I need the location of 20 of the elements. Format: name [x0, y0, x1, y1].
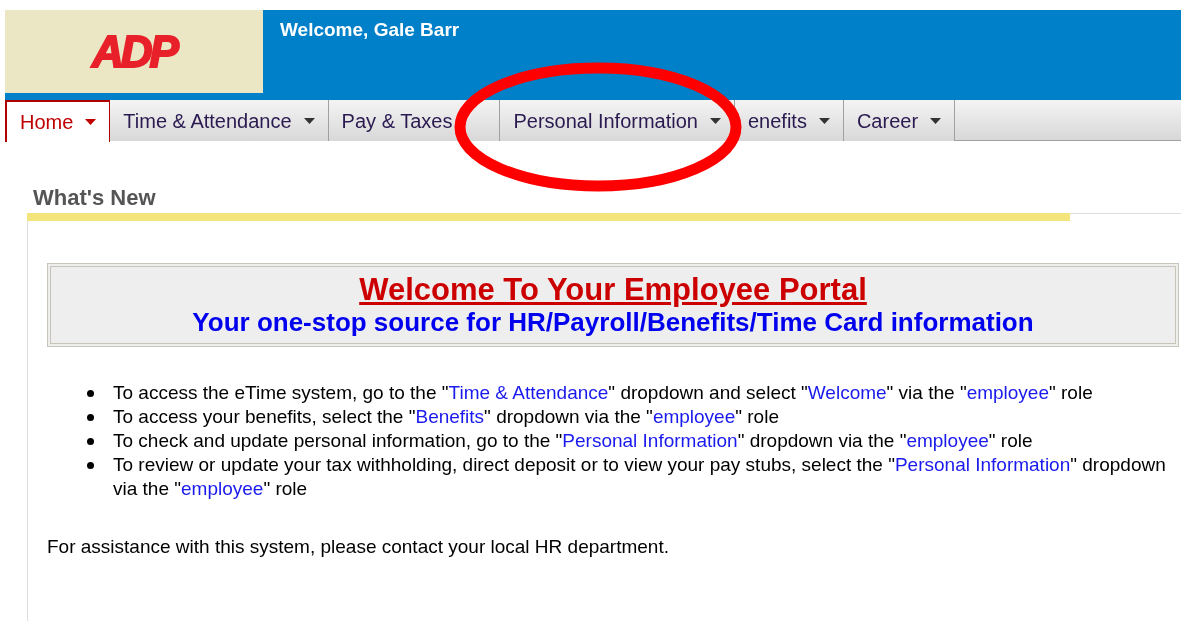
caret-icon	[930, 117, 942, 124]
banner-title: Welcome To Your Employee Portal	[359, 273, 867, 307]
instruction-text: To review or update your tax withholding, direct deposit or to view your pay stubs, select the "Personal Information" dropdown via the "employee" role	[113, 453, 1167, 501]
instruction-text: To access the eTime system, go to the "Time & Attendance" dropdown and select "Welcome" via the "employee" role	[113, 381, 1093, 405]
caret-icon	[85, 119, 97, 125]
instruction-text: To access your benefits, select the "Benefits" dropdown via the "employee" role	[113, 405, 779, 429]
logo: ADP	[92, 25, 176, 78]
caret-icon	[303, 117, 315, 124]
caret-icon	[818, 117, 830, 124]
banner-subtitle: Your one-stop source for HR/Payroll/Benefits/Time Card information	[192, 307, 1034, 337]
nav-tab[interactable]: Pay & Taxes	[328, 100, 501, 141]
caret-icon	[709, 117, 721, 124]
nav-tab[interactable]: Home	[5, 100, 111, 142]
nav-tab[interactable]: Time & Attendance	[110, 100, 329, 141]
nav-tab[interactable]: Career	[843, 100, 956, 141]
instruction-text: To check and update personal information, go to the "Personal Information" dropdown via the "employee" role	[113, 429, 1033, 453]
section-title: What's New	[33, 185, 157, 211]
assistance-text: For assistance with this system, please contact your local HR department.	[47, 535, 670, 559]
nav-tab[interactable]: Personal Information	[500, 100, 735, 141]
welcome-text: Welcome, Gale Barr	[280, 18, 460, 42]
